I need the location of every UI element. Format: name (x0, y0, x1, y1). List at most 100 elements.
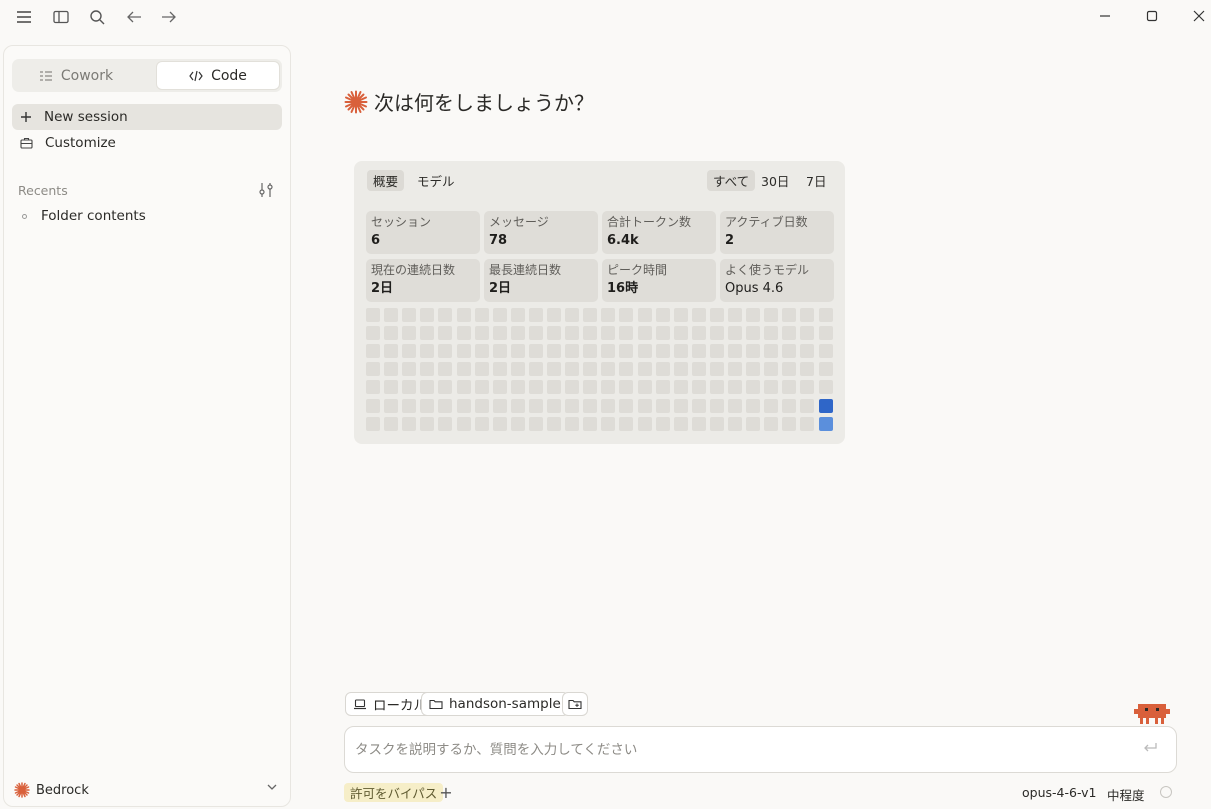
heatmap-cell (782, 399, 796, 413)
heatmap-cell (692, 362, 706, 376)
heatmap-cell (547, 344, 561, 358)
model-selector[interactable]: opus-4-6-v1 (1022, 785, 1096, 800)
heatmap-cell (819, 326, 833, 340)
heatmap-cell (565, 417, 579, 431)
heatmap-cell (583, 380, 597, 394)
recent-item-folder-contents[interactable]: Folder contents (22, 208, 146, 224)
stat-label: 最長連続日数 (489, 263, 562, 277)
add-folder-button[interactable] (562, 692, 588, 716)
heatmap-cell (366, 344, 380, 358)
heatmap-cell (619, 380, 633, 394)
heatmap-cell (746, 344, 760, 358)
effort-circle-icon[interactable] (1160, 786, 1172, 798)
heatmap-cell (800, 417, 814, 431)
minimize-icon[interactable] (1092, 5, 1118, 27)
stat-label: よく使うモデル (725, 263, 810, 277)
heatmap-cell (583, 326, 597, 340)
heatmap-cell (692, 344, 706, 358)
heatmap-cell (746, 308, 760, 322)
heatmap-cell (674, 417, 688, 431)
heatmap-cell (529, 399, 543, 413)
maximize-icon[interactable] (1139, 5, 1165, 27)
heatmap-cell (565, 308, 579, 322)
heatmap-cell (583, 417, 597, 431)
sidebar-toggle-icon[interactable] (49, 5, 73, 29)
heatmap-cell (493, 326, 507, 340)
back-arrow-icon[interactable] (122, 5, 146, 29)
tab-cowork[interactable]: Cowork (14, 61, 138, 90)
stats-card: 概要 モデル すべて 30日 7日 セッション 6 メッセージ 78 合計トーク… (354, 161, 845, 444)
bypass-permissions-badge[interactable]: 許可をバイパス (344, 783, 444, 802)
range-30-days[interactable]: 30日 (755, 170, 795, 191)
stat-total-tokens: 合計トークン数 6.4k (602, 211, 716, 254)
heatmap-cell (493, 362, 507, 376)
heatmap-cell (782, 362, 796, 376)
heatmap-cell (819, 399, 833, 413)
heatmap-cell (475, 344, 489, 358)
heatmap-cell (547, 308, 561, 322)
heatmap-cell (420, 308, 434, 322)
heatmap-cell (384, 417, 398, 431)
add-button[interactable]: + (437, 782, 455, 802)
heatmap-cell (384, 326, 398, 340)
new-session-button[interactable]: New session (12, 104, 282, 130)
heatmap-cell (547, 326, 561, 340)
close-icon[interactable] (1186, 5, 1211, 27)
stat-peak-hour: ピーク時間 16時 (602, 259, 716, 302)
heatmap-cell (565, 362, 579, 376)
enter-icon[interactable] (1142, 741, 1158, 755)
heatmap-cell (656, 344, 670, 358)
heatmap-cell (619, 417, 633, 431)
heatmap-cell (674, 344, 688, 358)
heatmap-cell (746, 399, 760, 413)
heatmap-cell (638, 362, 652, 376)
stat-label: メッセージ (489, 215, 549, 229)
task-input[interactable] (355, 739, 1115, 761)
task-input-box (344, 726, 1177, 773)
customize-button[interactable]: Customize (12, 130, 282, 156)
heatmap-cell (457, 380, 471, 394)
heatmap-cell (674, 380, 688, 394)
heatmap-cell (547, 399, 561, 413)
heatmap-cell (402, 362, 416, 376)
heatmap-cell (619, 344, 633, 358)
range-all[interactable]: すべて (707, 170, 756, 191)
heatmap-cell (638, 344, 652, 358)
heatmap-cell (674, 399, 688, 413)
heatmap-cell (638, 380, 652, 394)
filter-icon[interactable] (258, 182, 276, 200)
stat-longest-streak: 最長連続日数 2日 (484, 259, 598, 302)
search-icon[interactable] (85, 5, 109, 29)
tab-code[interactable]: Code (156, 61, 280, 90)
mode-switch: Cowork Code (12, 59, 282, 92)
account-switcher[interactable]: Bedrock (14, 779, 282, 801)
heatmap-cell (674, 326, 688, 340)
menu-icon[interactable] (12, 5, 36, 29)
new-session-label: New session (44, 109, 128, 125)
folder-chip[interactable]: handson-sample (421, 692, 569, 716)
recent-item-label: Folder contents (41, 208, 146, 224)
heatmap-cell (619, 308, 633, 322)
stat-value: 6 (371, 233, 381, 248)
range-7-days[interactable]: 7日 (800, 170, 832, 191)
heatmap-cell (782, 380, 796, 394)
heatmap-cell (438, 326, 452, 340)
heatmap-cell (475, 399, 489, 413)
stat-value: 2日 (371, 281, 394, 296)
heatmap-cell (728, 380, 742, 394)
heatmap-cell (420, 344, 434, 358)
heatmap-cell (511, 417, 525, 431)
heatmap-cell (384, 344, 398, 358)
heatmap-cell (384, 399, 398, 413)
tab-overview[interactable]: 概要 (367, 170, 405, 191)
forward-arrow-icon[interactable] (157, 5, 181, 29)
effort-selector[interactable]: 中程度 (1107, 785, 1145, 804)
customize-label: Customize (45, 135, 116, 151)
tab-model[interactable]: モデル (411, 170, 461, 191)
heatmap-cell (601, 417, 615, 431)
heatmap-cell (710, 417, 724, 431)
heatmap-cell (764, 308, 778, 322)
heatmap-cell (493, 308, 507, 322)
account-label: Bedrock (36, 782, 89, 798)
heatmap-cell (728, 417, 742, 431)
